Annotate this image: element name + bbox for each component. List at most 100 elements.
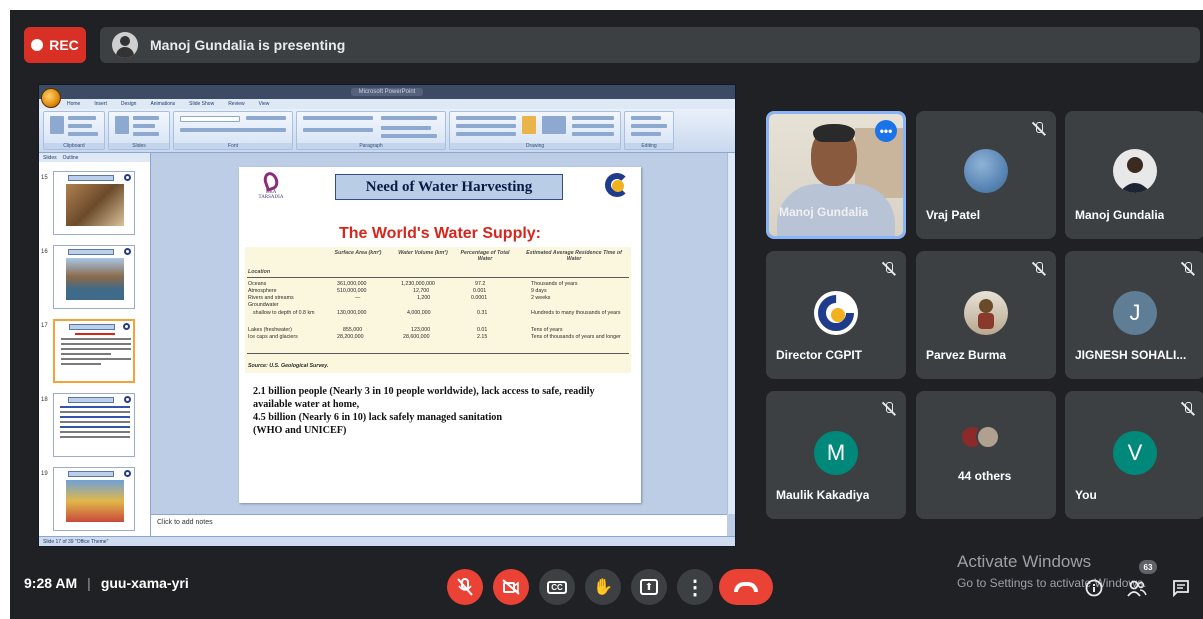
table-cell: 1,200 [417, 295, 431, 301]
meeting-info-separator: | [87, 575, 91, 591]
presenter-avatar [112, 32, 138, 58]
people-button[interactable] [1127, 578, 1147, 598]
mic-off-icon [457, 578, 473, 596]
ppt-workspace: Slides Outline 15 16 17 18 19 UKA TARSAD… [39, 153, 735, 536]
slide-thumbnail [53, 171, 135, 235]
ribbon-tab: Home [67, 101, 81, 107]
avatar-initial: J [1113, 291, 1157, 335]
ribbon-group-label: Slides [109, 143, 169, 149]
more-options-icon[interactable]: ••• [875, 120, 897, 142]
body-line: (WHO and UNICEF) [253, 425, 347, 436]
ribbon-tab: Slide Show [189, 101, 215, 107]
participant-tile-self[interactable]: V You [1065, 391, 1203, 519]
table-cell: Ice caps and glaciers [248, 334, 298, 340]
table-header: Surface Area (km²) [334, 250, 382, 256]
slide-number: 17 [41, 323, 48, 329]
uka-tarsadia-logo: UKA TARSADIA [253, 170, 289, 204]
slide-number: 15 [41, 175, 48, 181]
raise-hand-icon: ✋ [593, 579, 613, 596]
table-cell: Rivers and streams [248, 295, 294, 301]
participant-tile-presenter-video[interactable]: ••• Manoj Gundalia [766, 111, 906, 239]
captions-button[interactable]: CC [539, 569, 575, 605]
ribbon-tabs: Home Insert Design Animations Slide Show… [39, 99, 735, 109]
table-cell: shallow to depth of 0.8 km [253, 310, 315, 316]
table-cell: 0.01 [477, 327, 488, 333]
table-cell: Oceans [248, 281, 267, 287]
table-cell: Thousands of years [531, 281, 578, 287]
participant-tile[interactable]: Parvez Burma [916, 251, 1056, 379]
mic-off-icon [881, 261, 897, 277]
slide-thumbnail [53, 393, 135, 457]
people-icon [1127, 580, 1147, 597]
participant-tile[interactable]: Director CGPIT [766, 251, 906, 379]
ribbon-group-label: Font [174, 143, 292, 149]
more-options-button[interactable]: ⋮ [677, 569, 713, 605]
participant-tile[interactable]: Manoj Gundalia [1065, 111, 1203, 239]
participant-tile-others[interactable]: 44 others [916, 391, 1056, 519]
table-cell: Atmosphere [248, 288, 277, 294]
table-cell: 123,000 [411, 327, 431, 333]
info-button[interactable] [1084, 578, 1104, 598]
rec-label: REC [49, 37, 79, 53]
table-cell: 1,230,000,000 [401, 281, 435, 287]
slide-subheading: The World's Water Supply: [338, 225, 542, 242]
mic-off-icon [881, 401, 897, 417]
recording-indicator: REC [24, 27, 86, 63]
ribbon-tab: View [258, 101, 270, 107]
mic-off-icon [1031, 261, 1047, 277]
water-supply-table: Location Surface Area (km²) Water Volume… [245, 247, 631, 373]
table-header: Estimated Average Residence Time of Wate… [526, 250, 622, 262]
table-cell: 0.001 [473, 288, 487, 294]
ppt-window-title: Microsoft PowerPoint [350, 88, 424, 96]
slide-number: 18 [41, 397, 48, 403]
ribbon-group-label: Clipboard [44, 143, 104, 149]
table-header: Location [248, 269, 271, 275]
captions-icon: CC [547, 580, 567, 594]
end-call-button[interactable] [719, 569, 773, 605]
panel-tabs: Slides Outline [39, 153, 150, 162]
meeting-info: 9:28 AM | guu-xama-yri [24, 575, 189, 591]
participant-name: You [1075, 488, 1097, 502]
raise-hand-button[interactable]: ✋ [585, 569, 621, 605]
ribbon-group-clipboard: Clipboard [43, 111, 105, 150]
camera-off-icon [502, 579, 520, 595]
cgpit-logo [603, 173, 631, 201]
ribbon-tab: Design [120, 101, 137, 107]
present-button[interactable]: ⬆ [631, 569, 667, 605]
table-cell: 9 days [531, 288, 547, 294]
mic-off-icon [1180, 401, 1196, 417]
meeting-code: guu-xama-yri [100, 575, 189, 591]
camera-toggle-button[interactable] [493, 569, 529, 605]
slide-thumbnail [53, 467, 135, 531]
ribbon-tab: Animations [150, 101, 176, 107]
participant-tile[interactable]: Vraj Patel [916, 111, 1056, 239]
avatar [964, 149, 1008, 193]
participant-tile[interactable]: M Maulik Kakadiya [766, 391, 906, 519]
ribbon-group-label: Paragraph [297, 143, 445, 149]
mic-off-icon [1180, 261, 1196, 277]
meet-window: REC Manoj Gundalia is presenting Microso… [10, 10, 1203, 619]
presenter-banner-text: Manoj Gundalia is presenting [150, 37, 346, 53]
phone-hangup-icon [734, 582, 758, 592]
chat-button[interactable] [1171, 578, 1191, 598]
more-vert-icon: ⋮ [685, 576, 705, 599]
chat-icon [1173, 580, 1189, 597]
people-count-badge: 63 [1139, 560, 1157, 574]
others-avatars [960, 425, 1012, 449]
participant-name: Manoj Gundalia [779, 205, 869, 219]
table-cell: Groundwater [248, 302, 279, 308]
panel-tab-slides: Slides [43, 154, 57, 161]
avatar-initial: V [1113, 431, 1157, 475]
notes-pane: Click to add notes [151, 514, 727, 536]
panel-tab-outline: Outline [62, 154, 79, 161]
participant-tile[interactable]: J JIGNESH SOHALI... [1065, 251, 1203, 379]
table-cell: 0.31 [477, 310, 488, 316]
table-cell: 2.15 [477, 334, 488, 340]
current-slide: UKA TARSADIA Need of Water Harvesting Th… [239, 167, 641, 503]
participant-name: Parvez Burma [926, 348, 1007, 362]
participant-name: Vraj Patel [926, 208, 981, 222]
slides-panel: Slides Outline 15 16 17 18 19 [39, 153, 151, 536]
shared-screen: Microsoft PowerPoint Home Insert Design … [38, 84, 736, 547]
mic-toggle-button[interactable] [447, 569, 483, 605]
slide-thumbnail-active [53, 319, 135, 383]
